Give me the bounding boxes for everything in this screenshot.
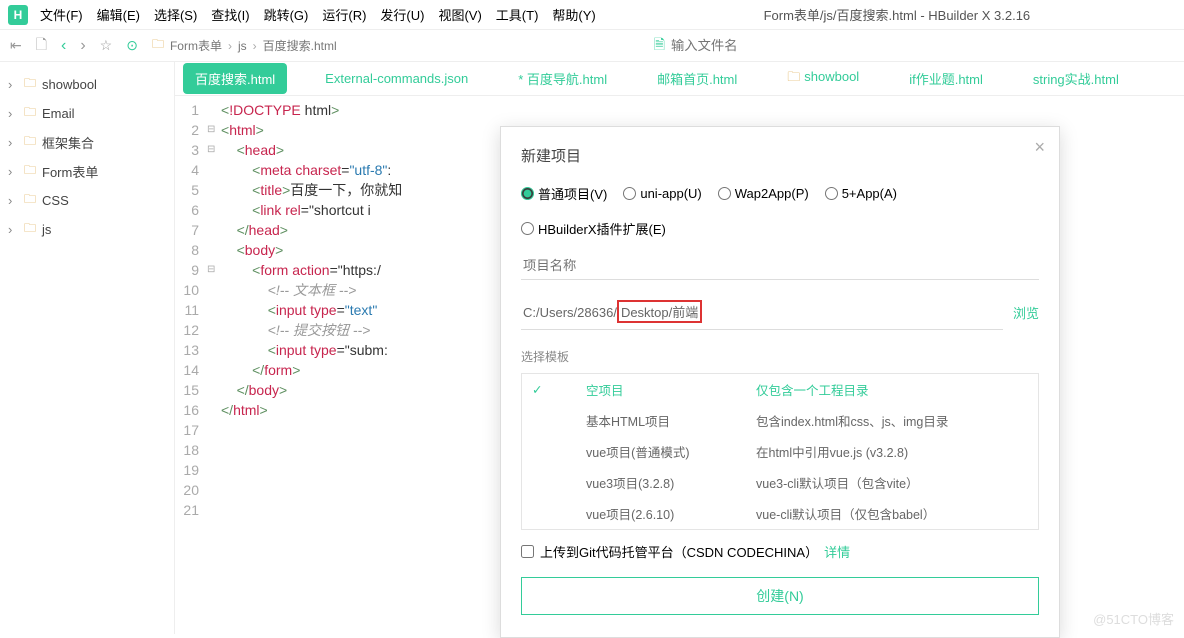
close-icon[interactable]: × <box>1034 137 1045 158</box>
menu-file[interactable]: 文件(F) <box>40 5 83 24</box>
menu-tool[interactable]: 工具(T) <box>496 5 539 24</box>
template-row[interactable]: vue项目(普通模式) 在html中引用vue.js (v3.2.8) <box>522 436 1038 467</box>
save-icon[interactable]: 🗋 <box>36 34 47 58</box>
tree-item[interactable]: › 🗀 框架集合 <box>0 128 174 157</box>
project-type-radio[interactable]: uni-app(U) <box>623 186 701 201</box>
menu-select[interactable]: 选择(S) <box>154 5 197 24</box>
tree-item-label: Email <box>42 106 75 121</box>
tree-item-label: Form表单 <box>42 162 98 181</box>
chevron-right-icon: › <box>8 135 18 150</box>
template-section-label: 选择模板 <box>521 348 1039 365</box>
menu-goto[interactable]: 跳转(G) <box>264 5 309 24</box>
menu-release[interactable]: 发行(U) <box>380 5 424 24</box>
breadcrumb-root: Form表单 <box>170 37 222 54</box>
project-type-radio[interactable]: HBuilderX插件扩展(E) <box>521 219 666 238</box>
template-name: vue3项目(3.2.8) <box>586 473 716 492</box>
folder-icon: 🗀 <box>24 190 36 211</box>
filepath-input[interactable] <box>671 38 871 53</box>
collapse-panel-icon[interactable]: ⇤ <box>10 37 22 54</box>
dialog-title: 新建项目 <box>521 145 1039 166</box>
tree-item-label: 框架集合 <box>42 133 94 152</box>
app-logo: H <box>8 5 28 25</box>
folder-icon: 🗀 <box>24 74 36 95</box>
document-icon: 🗎 <box>654 34 665 58</box>
chevron-right-icon: › <box>8 164 18 179</box>
tree-item-label: js <box>42 222 51 237</box>
project-sidebar: › 🗀 showbool › 🗀 Email › 🗀 框架集合 › 🗀 Form表单 › 🗀 CSS › 🗀 js <box>0 62 175 634</box>
editor-tab[interactable]: if作业题.html <box>897 63 995 94</box>
template-row[interactable]: ✓ 空项目 仅包含一个工程目录 <box>522 374 1038 405</box>
template-desc: 包含index.html和css、js、img目录 <box>756 411 948 430</box>
folder-icon: 🗀 <box>152 35 164 56</box>
new-project-dialog: × 新建项目 普通项目(V) uni-app(U) Wap2App(P) 5+App(… <box>500 126 1060 638</box>
tree-item[interactable]: › 🗀 js <box>0 215 174 244</box>
toolbar: ⇤ 🗋 ‹ › ☆ ⊙ 🗀 Form表单 › js › 百度搜索.html 🗎 <box>0 30 1184 62</box>
editor-tab[interactable]: External-commands.json <box>313 65 480 92</box>
folder-icon: 🗀 <box>24 219 36 240</box>
template-desc: vue3-cli默认项目（包含vite） <box>756 473 919 492</box>
template-row[interactable]: vue项目(2.6.10) vue-cli默认项目（仅包含babel） <box>522 498 1038 529</box>
tree-item[interactable]: › 🗀 CSS <box>0 186 174 215</box>
git-detail-link[interactable]: 详情 <box>824 542 850 561</box>
template-desc: 仅包含一个工程目录 <box>756 380 869 399</box>
folder-icon: 🗀 <box>24 161 36 182</box>
project-type-radio[interactable]: 5+App(A) <box>825 186 897 201</box>
chevron-right-icon: › <box>8 222 18 237</box>
menu-help[interactable]: 帮助(Y) <box>552 5 595 24</box>
watermark: @51CTO博客 <box>1093 609 1174 628</box>
template-name: 基本HTML项目 <box>586 411 716 430</box>
menu-view[interactable]: 视图(V) <box>438 5 481 24</box>
editor-tab[interactable]: 百度搜索.html <box>183 63 287 94</box>
menu-run[interactable]: 运行(R) <box>322 5 366 24</box>
template-name: vue项目(2.6.10) <box>586 504 716 523</box>
create-button[interactable]: 创建(N) <box>521 577 1039 615</box>
star-icon[interactable]: ☆ <box>100 37 113 54</box>
breadcrumb[interactable]: 🗀 Form表单 › js › 百度搜索.html <box>152 35 337 56</box>
breadcrumb-dir: js <box>238 39 247 53</box>
tree-item-label: showbool <box>42 77 97 92</box>
window-title: Form表单/js/百度搜索.html - HBuilder X 3.2.16 <box>610 5 1184 24</box>
project-type-radio[interactable]: 普通项目(V) <box>521 184 607 203</box>
tree-item[interactable]: › 🗀 Email <box>0 99 174 128</box>
folder-icon: 🗀 <box>24 103 36 124</box>
project-type-row: 普通项目(V) uni-app(U) Wap2App(P) 5+App(A) HBuil… <box>521 184 1039 238</box>
menu-edit[interactable]: 编辑(E) <box>97 5 140 24</box>
template-row[interactable]: 基本HTML项目 包含index.html和css、js、img目录 <box>522 405 1038 436</box>
nav-back-icon[interactable]: ‹ <box>61 37 66 55</box>
template-desc: vue-cli默认项目（仅包含babel） <box>756 504 935 523</box>
run-icon[interactable]: ⊙ <box>126 37 138 54</box>
template-name: vue项目(普通模式) <box>586 442 716 461</box>
chevron-right-icon: › <box>8 77 18 92</box>
editor-tab[interactable]: 邮箱首页.html <box>645 63 749 94</box>
project-name-input[interactable] <box>521 252 1039 280</box>
editor-tab[interactable]: string实战.html <box>1021 63 1131 94</box>
folder-icon: 🗀 <box>24 132 36 153</box>
template-list: ✓ 空项目 仅包含一个工程目录基本HTML项目 包含index.html和css、js… <box>521 373 1039 530</box>
nav-forward-icon[interactable]: › <box>80 37 85 55</box>
browse-button[interactable]: 浏览 <box>1013 303 1039 322</box>
folder-icon: 🗀 <box>787 69 800 84</box>
tree-item[interactable]: › 🗀 Form表单 <box>0 157 174 186</box>
chevron-right-icon: › <box>8 193 18 208</box>
editor-tab[interactable]: * 百度导航.html <box>506 63 619 94</box>
tree-item-label: CSS <box>42 193 69 208</box>
editor-tabs: 百度搜索.html External-commands.json * 百度导航.ht… <box>175 62 1184 96</box>
project-type-radio[interactable]: Wap2App(P) <box>718 186 809 201</box>
check-icon: ✓ <box>532 382 546 397</box>
breadcrumb-file: 百度搜索.html <box>263 37 337 54</box>
template-row[interactable]: vue3项目(3.2.8) vue3-cli默认项目（包含vite） <box>522 467 1038 498</box>
project-path-input[interactable]: C:/Users/28636/Desktop/前端 <box>521 294 1003 330</box>
editor-tab[interactable]: 🗀showbool <box>775 62 871 96</box>
tree-item[interactable]: › 🗀 showbool <box>0 70 174 99</box>
git-upload-checkbox[interactable] <box>521 545 534 558</box>
template-desc: 在html中引用vue.js (v3.2.8) <box>756 442 908 461</box>
chevron-right-icon: › <box>8 106 18 121</box>
menu-find[interactable]: 查找(I) <box>211 5 249 24</box>
git-upload-label: 上传到Git代码托管平台（CSDN CODECHINA） <box>540 542 818 561</box>
template-name: 空项目 <box>586 380 716 399</box>
menubar: H 文件(F) 编辑(E) 选择(S) 查找(I) 跳转(G) 运行(R) 发行… <box>0 0 1184 30</box>
